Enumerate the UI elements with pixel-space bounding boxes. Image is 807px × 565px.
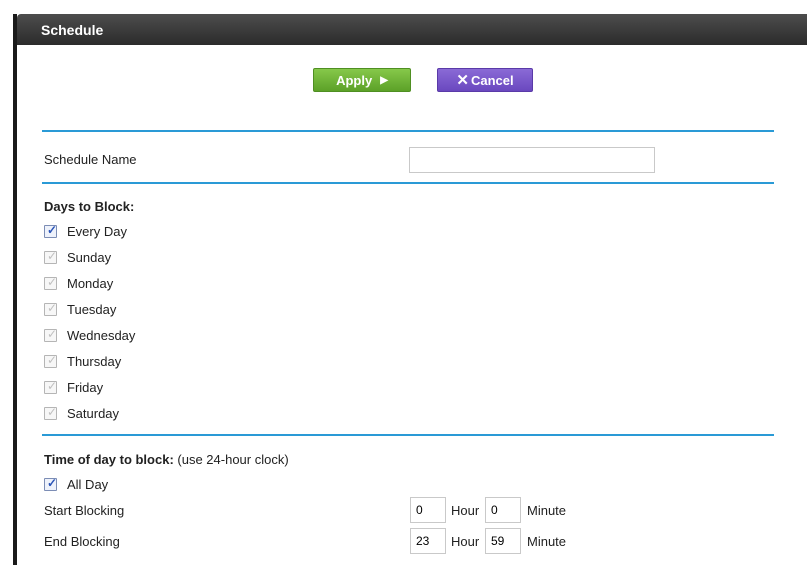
days-to-block-heading: Days to Block: [44, 199, 135, 214]
checkbox-sunday[interactable]: ✓ Sunday [44, 247, 111, 267]
checkbox-all-day[interactable]: ✓ All Day [44, 474, 108, 494]
checkbox-disabled-icon[interactable]: ✓ [44, 249, 57, 264]
time-of-day-heading: Time of day to block: (use 24-hour clock… [44, 452, 289, 467]
checkbox-saturday[interactable]: ✓ Saturday [44, 403, 119, 423]
start-hour-input[interactable] [410, 497, 446, 523]
checkbox-label: Wednesday [67, 327, 136, 343]
panel-header: Schedule [17, 14, 807, 45]
checkbox-label: Friday [67, 379, 104, 395]
start-blocking-label: Start Blocking [44, 503, 125, 518]
schedule-name-input[interactable] [409, 147, 655, 173]
end-minute-input[interactable] [485, 528, 521, 554]
checkbox-checked-icon[interactable]: ✓ [44, 476, 57, 491]
time-heading-text: Time of day to block: [44, 452, 174, 467]
checkbox-label: Tuesday [67, 301, 117, 317]
play-arrow-icon: ▶ [380, 74, 388, 86]
checkbox-label: All Day [67, 476, 109, 492]
schedule-name-label: Schedule Name [44, 152, 137, 167]
end-blocking-label: End Blocking [44, 534, 120, 549]
checkbox-every-day[interactable]: ✓ Every Day [44, 221, 127, 241]
hour-label: Hour [451, 534, 480, 549]
apply-button[interactable]: Apply ▶ [313, 68, 411, 92]
checkbox-disabled-icon[interactable]: ✓ [44, 405, 57, 420]
checkbox-label: Saturday [67, 405, 120, 421]
page-title: Schedule [41, 22, 104, 38]
checkbox-disabled-icon[interactable]: ✓ [44, 327, 57, 342]
checkbox-monday[interactable]: ✓ Monday [44, 273, 113, 293]
checkbox-disabled-icon[interactable]: ✓ [44, 301, 57, 316]
cancel-button[interactable]: ✕ Cancel [437, 68, 533, 92]
checkbox-label: Sunday [67, 249, 112, 265]
divider [42, 130, 774, 132]
checkbox-disabled-icon[interactable]: ✓ [44, 353, 57, 368]
minute-label: Minute [527, 503, 567, 518]
end-hour-input[interactable] [410, 528, 446, 554]
time-heading-note: (use 24-hour clock) [177, 452, 289, 467]
start-minute-input[interactable] [485, 497, 521, 523]
checkbox-wednesday[interactable]: ✓ Wednesday [44, 325, 135, 345]
close-icon: ✕ [456, 71, 469, 89]
checkbox-thursday[interactable]: ✓ Thursday [44, 351, 121, 371]
checkbox-label: Thursday [67, 353, 122, 369]
cancel-label: Cancel [470, 72, 514, 88]
hour-label: Hour [451, 503, 480, 518]
checkbox-checked-icon[interactable]: ✓ [44, 223, 57, 238]
schedule-panel: Schedule Apply ▶ ✕ Cancel Schedule Name … [13, 14, 807, 565]
checkbox-disabled-icon[interactable]: ✓ [44, 379, 57, 394]
minute-label: Minute [527, 534, 567, 549]
checkbox-tuesday[interactable]: ✓ Tuesday [44, 299, 116, 319]
checkbox-label: Monday [67, 275, 114, 291]
apply-label: Apply [336, 72, 373, 88]
checkbox-friday[interactable]: ✓ Friday [44, 377, 103, 397]
divider [42, 434, 774, 436]
checkbox-label: Every Day [67, 223, 127, 239]
divider [42, 182, 774, 184]
checkbox-disabled-icon[interactable]: ✓ [44, 275, 57, 290]
